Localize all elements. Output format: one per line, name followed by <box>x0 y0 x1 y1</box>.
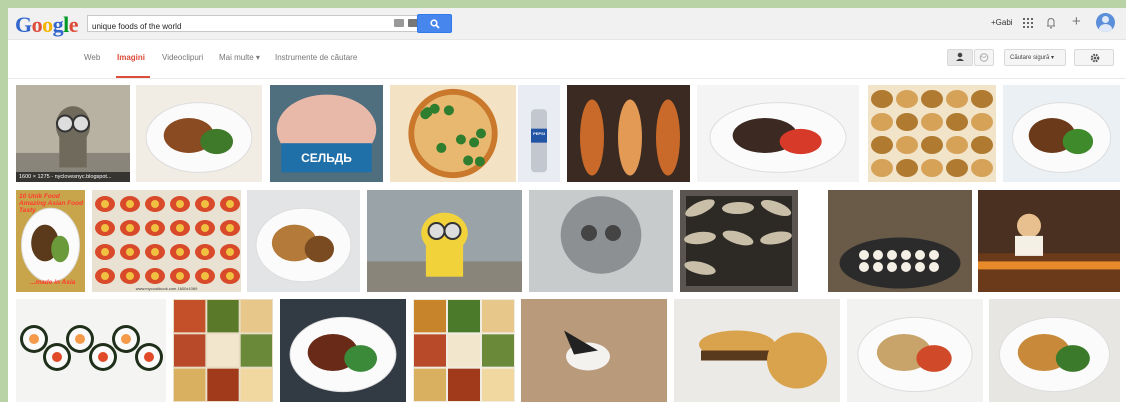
image-overlay-text: 10 Unik Food Amazing Asian Food Tasty <box>19 193 84 214</box>
search-tabs: Web Imagini Videoclipuri Mai multe ▾ Ins… <box>8 41 1126 79</box>
food-plate-icon <box>1003 85 1120 182</box>
food-plate-icon <box>697 85 859 182</box>
tin-can-icon <box>270 85 383 182</box>
sculpture-icon <box>367 190 522 292</box>
image-gyro-plate[interactable] <box>136 85 262 182</box>
apps-grid-icon[interactable] <box>1023 18 1033 28</box>
pizza-icon <box>390 85 516 182</box>
search-button[interactable] <box>417 14 452 33</box>
image-market-chef[interactable] <box>978 190 1120 292</box>
image-pizza[interactable] <box>390 85 516 182</box>
settings-button[interactable] <box>1074 49 1114 66</box>
sculpture-icon <box>16 85 130 182</box>
person-icon <box>956 52 964 61</box>
image-food-grid[interactable] <box>413 299 515 402</box>
trays-icon <box>92 190 241 292</box>
browser-page: Google +Gabi + Web Imagini Videoclipuri … <box>8 8 1126 402</box>
image-street-cooking[interactable] <box>828 190 972 292</box>
image-empanadas[interactable] <box>868 85 996 182</box>
image-stir-fry[interactable] <box>280 299 406 402</box>
chef-icon <box>978 190 1120 292</box>
tab-search-tools[interactable]: Instrumente de căutare <box>275 53 357 62</box>
food-plate-icon <box>989 299 1120 402</box>
image-size-caption: 1600 × 1275 - nyclovesnyc.blogspot... <box>16 172 130 182</box>
image-food-collage[interactable] <box>173 299 273 402</box>
image-skull-cans[interactable] <box>529 190 673 292</box>
fish-icon <box>680 190 798 292</box>
share-plus-icon[interactable]: + <box>1072 13 1081 30</box>
notifications-bell-icon[interactable] <box>1046 17 1056 29</box>
image-pepsi-bottle[interactable]: PEPSI <box>518 85 560 182</box>
image-soup-bowl[interactable] <box>989 299 1120 402</box>
collage-icon <box>173 299 273 402</box>
search-box[interactable] <box>87 15 418 34</box>
safe-search-dropdown[interactable]: Căutare sigură ▾ <box>1004 49 1066 66</box>
image-noodle-trays[interactable]: www.mycookbook.com 1600x1069 <box>92 190 241 292</box>
image-top-10-dish[interactable]: 10 Unik Food Amazing Asian Food Tasty...… <box>16 190 85 292</box>
google-logo[interactable]: Google <box>15 12 79 38</box>
roast-icon <box>567 85 690 182</box>
image-grilled-fish-tray[interactable] <box>680 190 798 292</box>
collage-icon <box>413 299 515 402</box>
sushi-icon <box>16 299 166 402</box>
image-noodles[interactable] <box>847 299 983 402</box>
image-herring-can[interactable]: СЕЛЬДЬ <box>270 85 383 182</box>
image-label: СЕЛЬДЬ <box>301 150 352 165</box>
image-overlay-footer: ...made in Asia <box>30 279 76 286</box>
image-roast-pigs[interactable] <box>567 85 690 182</box>
tab-images[interactable]: Imagini <box>117 53 145 62</box>
pastry-icon <box>868 85 996 182</box>
cooking-icon <box>828 190 972 292</box>
image-watermark: www.mycookbook.com 1600x1069 <box>135 286 198 291</box>
image-curry-plate[interactable] <box>1003 85 1120 182</box>
search-input[interactable] <box>88 19 378 34</box>
bird-icon <box>521 299 667 402</box>
tab-more[interactable]: Mai multe ▾ <box>219 53 260 62</box>
food-plate-icon <box>136 85 262 182</box>
gear-icon <box>1090 53 1100 63</box>
image-canned-statue[interactable]: 1600 × 1275 - nyclovesnyc.blogspot... <box>16 85 130 182</box>
user-name-link[interactable]: +Gabi <box>991 18 1013 27</box>
image-label: PEPSI <box>533 130 545 136</box>
image-bird[interactable] <box>521 299 667 402</box>
top-bar: Google +Gabi + <box>8 8 1126 40</box>
public-results-button[interactable] <box>974 49 994 66</box>
image-burger[interactable] <box>674 299 840 402</box>
image-dumplings[interactable] <box>247 190 360 292</box>
active-tab-indicator <box>116 76 150 78</box>
food-plate-icon <box>247 190 360 292</box>
food-plate-icon <box>280 299 406 402</box>
skull-icon <box>529 190 673 292</box>
image-sushi-rolls[interactable] <box>16 299 166 402</box>
tab-web[interactable]: Web <box>84 53 100 62</box>
food-plate-icon <box>847 299 983 402</box>
search-icon <box>430 19 440 29</box>
personal-results-button[interactable] <box>947 49 973 66</box>
avatar[interactable] <box>1096 13 1115 32</box>
image-minion-cans[interactable] <box>367 190 522 292</box>
burger-icon <box>674 299 840 402</box>
image-spider-dish[interactable] <box>697 85 859 182</box>
globe-icon <box>979 53 989 62</box>
camera-icon[interactable] <box>394 19 404 27</box>
tab-videos[interactable]: Videoclipuri <box>162 53 203 62</box>
